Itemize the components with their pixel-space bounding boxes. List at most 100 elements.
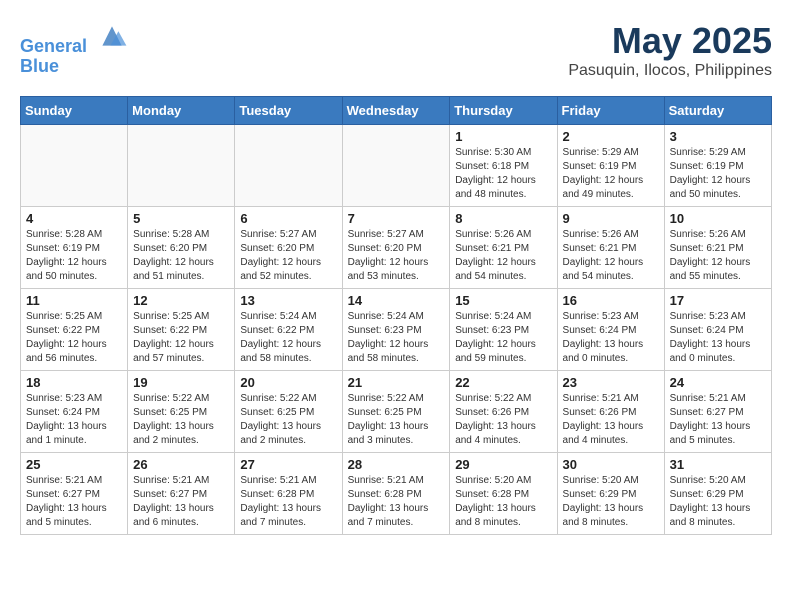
calendar-cell: 8Sunrise: 5:26 AM Sunset: 6:21 PM Daylig… — [450, 207, 557, 289]
calendar-cell: 27Sunrise: 5:21 AM Sunset: 6:28 PM Dayli… — [235, 453, 342, 535]
day-info: Sunrise: 5:20 AM Sunset: 6:29 PM Dayligh… — [563, 474, 659, 530]
calendar-cell: 25 Sunrise: 5:21 AM Sunset: 6:27 PM Dayli… — [21, 453, 128, 535]
calendar-cell: 10Sunrise: 5:26 AM Sunset: 6:21 PM Dayli… — [664, 207, 771, 289]
day-info: Sunrise: 5:24 AM Sunset: 6:22 PM Dayligh… — [240, 310, 336, 366]
day-number: 10 — [670, 211, 766, 226]
calendar-cell: 4Sunrise: 5:28 AM Sunset: 6:19 PM Daylig… — [21, 207, 128, 289]
day-number: 15 — [455, 293, 551, 308]
day-number: 18 — [26, 375, 122, 390]
calendar-cell: 7 Sunrise: 5:27 AM Sunset: 6:20 PM Daylig… — [342, 207, 450, 289]
day-number: 27 — [240, 457, 336, 472]
calendar-cell: 23Sunrise: 5:21 AM Sunset: 6:26 PM Dayli… — [557, 371, 664, 453]
day-number: 24 — [670, 375, 766, 390]
weekday-header-thursday: Thursday — [450, 97, 557, 125]
day-info: Sunrise: 5:27 AM Sunset: 6:20 PM Dayligh… — [240, 228, 336, 284]
weekday-header-sunday: Sunday — [21, 97, 128, 125]
calendar-table: SundayMondayTuesdayWednesdayThursdayFrid… — [20, 96, 772, 535]
calendar-cell — [128, 125, 235, 207]
day-info: Sunrise: 5:22 AM Sunset: 6:25 PM Dayligh… — [133, 392, 229, 448]
calendar-cell: 14 Sunrise: 5:24 AM Sunset: 6:23 PM Dayli… — [342, 289, 450, 371]
day-number: 29 — [455, 457, 551, 472]
calendar-cell: 6 Sunrise: 5:27 AM Sunset: 6:20 PM Daylig… — [235, 207, 342, 289]
calendar-cell: 28 Sunrise: 5:21 AM Sunset: 6:28 PM Dayli… — [342, 453, 450, 535]
calendar-cell — [235, 125, 342, 207]
day-number: 19 — [133, 375, 229, 390]
day-number: 17 — [670, 293, 766, 308]
day-info: Sunrise: 5:25 AM Sunset: 6:22 PM Dayligh… — [26, 310, 122, 366]
day-number: 11 — [26, 293, 122, 308]
calendar-cell: 20 Sunrise: 5:22 AM Sunset: 6:25 PM Dayli… — [235, 371, 342, 453]
day-info: Sunrise: 5:23 AM Sunset: 6:24 PM Dayligh… — [26, 392, 122, 448]
day-number: 25 — [26, 457, 122, 472]
calendar-week-3: 11 Sunrise: 5:25 AM Sunset: 6:22 PM Dayli… — [21, 289, 772, 371]
calendar-cell: 31Sunrise: 5:20 AM Sunset: 6:29 PM Dayli… — [664, 453, 771, 535]
day-info: Sunrise: 5:26 AM Sunset: 6:21 PM Dayligh… — [455, 228, 551, 284]
calendar-cell: 15Sunrise: 5:24 AM Sunset: 6:23 PM Dayli… — [450, 289, 557, 371]
weekday-header-friday: Friday — [557, 97, 664, 125]
day-number: 20 — [240, 375, 336, 390]
calendar-cell: 13 Sunrise: 5:24 AM Sunset: 6:22 PM Dayli… — [235, 289, 342, 371]
weekday-header-tuesday: Tuesday — [235, 97, 342, 125]
day-info: Sunrise: 5:22 AM Sunset: 6:25 PM Dayligh… — [240, 392, 336, 448]
calendar-cell: 12Sunrise: 5:25 AM Sunset: 6:22 PM Dayli… — [128, 289, 235, 371]
day-number: 14 — [348, 293, 445, 308]
day-info: Sunrise: 5:21 AM Sunset: 6:27 PM Dayligh… — [26, 474, 122, 530]
month-title: May 2025 — [568, 20, 772, 62]
day-info: Sunrise: 5:21 AM Sunset: 6:27 PM Dayligh… — [133, 474, 229, 530]
calendar-cell: 22Sunrise: 5:22 AM Sunset: 6:26 PM Dayli… — [450, 371, 557, 453]
day-info: Sunrise: 5:21 AM Sunset: 6:28 PM Dayligh… — [348, 474, 445, 530]
title-block: May 2025 Pasuquin, Ilocos, Philippines — [568, 20, 772, 80]
day-number: 13 — [240, 293, 336, 308]
calendar-cell: 19 Sunrise: 5:22 AM Sunset: 6:25 PM Dayli… — [128, 371, 235, 453]
calendar-cell: 9 Sunrise: 5:26 AM Sunset: 6:21 PM Daylig… — [557, 207, 664, 289]
day-info: Sunrise: 5:28 AM Sunset: 6:20 PM Dayligh… — [133, 228, 229, 284]
calendar-week-1: 1Sunrise: 5:30 AM Sunset: 6:18 PM Daylig… — [21, 125, 772, 207]
calendar-cell: 24 Sunrise: 5:21 AM Sunset: 6:27 PM Dayli… — [664, 371, 771, 453]
day-info: Sunrise: 5:22 AM Sunset: 6:26 PM Dayligh… — [455, 392, 551, 448]
day-number: 26 — [133, 457, 229, 472]
day-number: 7 — [348, 211, 445, 226]
logo-blue-text: Blue — [20, 56, 59, 76]
calendar-cell: 18 Sunrise: 5:23 AM Sunset: 6:24 PM Dayli… — [21, 371, 128, 453]
day-number: 5 — [133, 211, 229, 226]
calendar-week-2: 4Sunrise: 5:28 AM Sunset: 6:19 PM Daylig… — [21, 207, 772, 289]
day-info: Sunrise: 5:27 AM Sunset: 6:20 PM Dayligh… — [348, 228, 445, 284]
day-number: 6 — [240, 211, 336, 226]
day-number: 21 — [348, 375, 445, 390]
day-number: 9 — [563, 211, 659, 226]
calendar-cell: 16Sunrise: 5:23 AM Sunset: 6:24 PM Dayli… — [557, 289, 664, 371]
day-info: Sunrise: 5:22 AM Sunset: 6:25 PM Dayligh… — [348, 392, 445, 448]
location: Pasuquin, Ilocos, Philippines — [568, 62, 772, 80]
weekday-header-wednesday: Wednesday — [342, 97, 450, 125]
calendar-cell — [342, 125, 450, 207]
calendar-week-4: 18 Sunrise: 5:23 AM Sunset: 6:24 PM Dayli… — [21, 371, 772, 453]
calendar-cell: 21 Sunrise: 5:22 AM Sunset: 6:25 PM Dayli… — [342, 371, 450, 453]
logo-general: General — [20, 36, 87, 56]
day-info: Sunrise: 5:29 AM Sunset: 6:19 PM Dayligh… — [670, 146, 766, 202]
calendar-cell: 11 Sunrise: 5:25 AM Sunset: 6:22 PM Dayli… — [21, 289, 128, 371]
day-number: 16 — [563, 293, 659, 308]
day-info: Sunrise: 5:21 AM Sunset: 6:26 PM Dayligh… — [563, 392, 659, 448]
day-number: 28 — [348, 457, 445, 472]
weekday-header-row: SundayMondayTuesdayWednesdayThursdayFrid… — [21, 97, 772, 125]
day-number: 30 — [563, 457, 659, 472]
day-number: 4 — [26, 211, 122, 226]
day-info: Sunrise: 5:26 AM Sunset: 6:21 PM Dayligh… — [563, 228, 659, 284]
day-info: Sunrise: 5:29 AM Sunset: 6:19 PM Dayligh… — [563, 146, 659, 202]
day-number: 2 — [563, 129, 659, 144]
calendar-cell: 26 Sunrise: 5:21 AM Sunset: 6:27 PM Dayli… — [128, 453, 235, 535]
calendar-cell: 5 Sunrise: 5:28 AM Sunset: 6:20 PM Daylig… — [128, 207, 235, 289]
calendar-week-5: 25 Sunrise: 5:21 AM Sunset: 6:27 PM Dayli… — [21, 453, 772, 535]
day-info: Sunrise: 5:24 AM Sunset: 6:23 PM Dayligh… — [348, 310, 445, 366]
calendar-cell: 1Sunrise: 5:30 AM Sunset: 6:18 PM Daylig… — [450, 125, 557, 207]
calendar-cell: 2 Sunrise: 5:29 AM Sunset: 6:19 PM Daylig… — [557, 125, 664, 207]
logo-icon — [96, 20, 128, 52]
day-info: Sunrise: 5:20 AM Sunset: 6:28 PM Dayligh… — [455, 474, 551, 530]
calendar-cell: 30 Sunrise: 5:20 AM Sunset: 6:29 PM Dayli… — [557, 453, 664, 535]
calendar-cell: 29 Sunrise: 5:20 AM Sunset: 6:28 PM Dayli… — [450, 453, 557, 535]
calendar-cell: 3Sunrise: 5:29 AM Sunset: 6:19 PM Daylig… — [664, 125, 771, 207]
day-number: 12 — [133, 293, 229, 308]
day-info: Sunrise: 5:20 AM Sunset: 6:29 PM Dayligh… — [670, 474, 766, 530]
calendar-cell: 17Sunrise: 5:23 AM Sunset: 6:24 PM Dayli… — [664, 289, 771, 371]
day-info: Sunrise: 5:21 AM Sunset: 6:27 PM Dayligh… — [670, 392, 766, 448]
